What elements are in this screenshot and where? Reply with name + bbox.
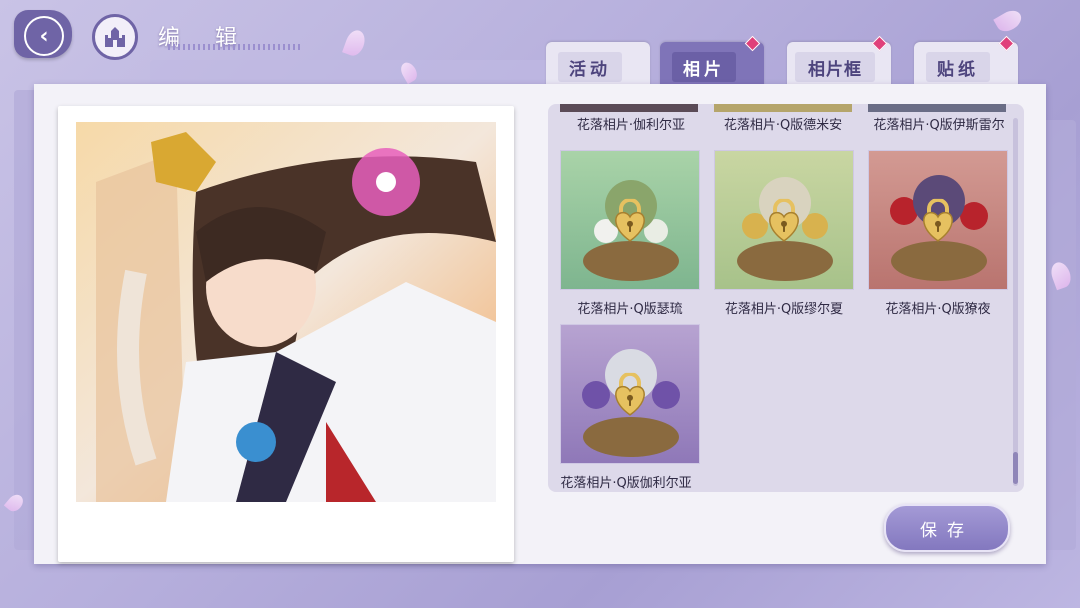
photo-item[interactable]: 花落相片·Q版伽利尔亚 xyxy=(560,324,700,491)
tab-label: 贴纸 xyxy=(926,52,990,82)
heart-lock-icon xyxy=(769,198,799,242)
photo-grid: 花落相片·伽利尔亚 花落相片·Q版德米安 花落相片·Q版伊斯雷尔 花落相片·Q版… xyxy=(548,104,1024,492)
heart-lock-icon xyxy=(923,198,953,242)
tab-label: 相片框 xyxy=(795,52,875,82)
photo-caption: 花落相片·Q版獠夜 xyxy=(885,302,991,317)
save-button[interactable]: 保存 xyxy=(884,504,1010,552)
new-badge xyxy=(871,35,888,52)
photo-thumbnail xyxy=(714,150,854,290)
photo-preview-card xyxy=(58,106,514,562)
scrollbar-thumb[interactable] xyxy=(1013,452,1018,484)
photo-item[interactable]: 花落相片·Q版獠夜 xyxy=(868,150,1008,317)
tab-label: 相片 xyxy=(672,52,736,82)
photo-thumbnail xyxy=(560,324,700,464)
back-arrow-icon: ‹ xyxy=(24,16,64,56)
photo-caption: 花落相片·Q版瑟琉 xyxy=(577,302,683,317)
photo-caption[interactable]: 花落相片·伽利尔亚 xyxy=(548,114,714,133)
new-badge xyxy=(744,35,761,52)
photo-caption: 花落相片·Q版缪尔夏 xyxy=(724,302,844,317)
heart-lock-icon xyxy=(615,198,645,242)
petal-decoration xyxy=(993,6,1025,36)
partial-thumb xyxy=(560,104,698,112)
back-button[interactable]: ‹ xyxy=(14,10,72,58)
heart-lock-icon xyxy=(615,372,645,416)
title-underline xyxy=(168,44,302,50)
photo-preview-image xyxy=(76,122,496,502)
photo-caption[interactable]: 花落相片·Q版德米安 xyxy=(708,114,858,133)
new-badge xyxy=(998,35,1015,52)
photo-thumbnail xyxy=(560,150,700,290)
character-illustration xyxy=(76,122,496,502)
partial-thumb xyxy=(714,104,852,112)
castle-icon xyxy=(105,27,125,47)
photo-item[interactable]: 花落相片·Q版瑟琉 xyxy=(560,150,700,317)
photo-item[interactable]: 花落相片·Q版缪尔夏 xyxy=(714,150,854,317)
petal-decoration xyxy=(342,27,368,59)
tab-label: 活动 xyxy=(558,52,622,82)
scrollbar-track[interactable] xyxy=(1013,118,1018,486)
home-button[interactable] xyxy=(92,14,138,60)
photo-thumbnail xyxy=(868,150,1008,290)
photo-caption: 花落相片·Q版伽利尔亚 xyxy=(560,476,692,491)
photo-caption[interactable]: 花落相片·Q版伊斯雷尔 xyxy=(856,114,1022,133)
partial-thumb xyxy=(868,104,1006,112)
